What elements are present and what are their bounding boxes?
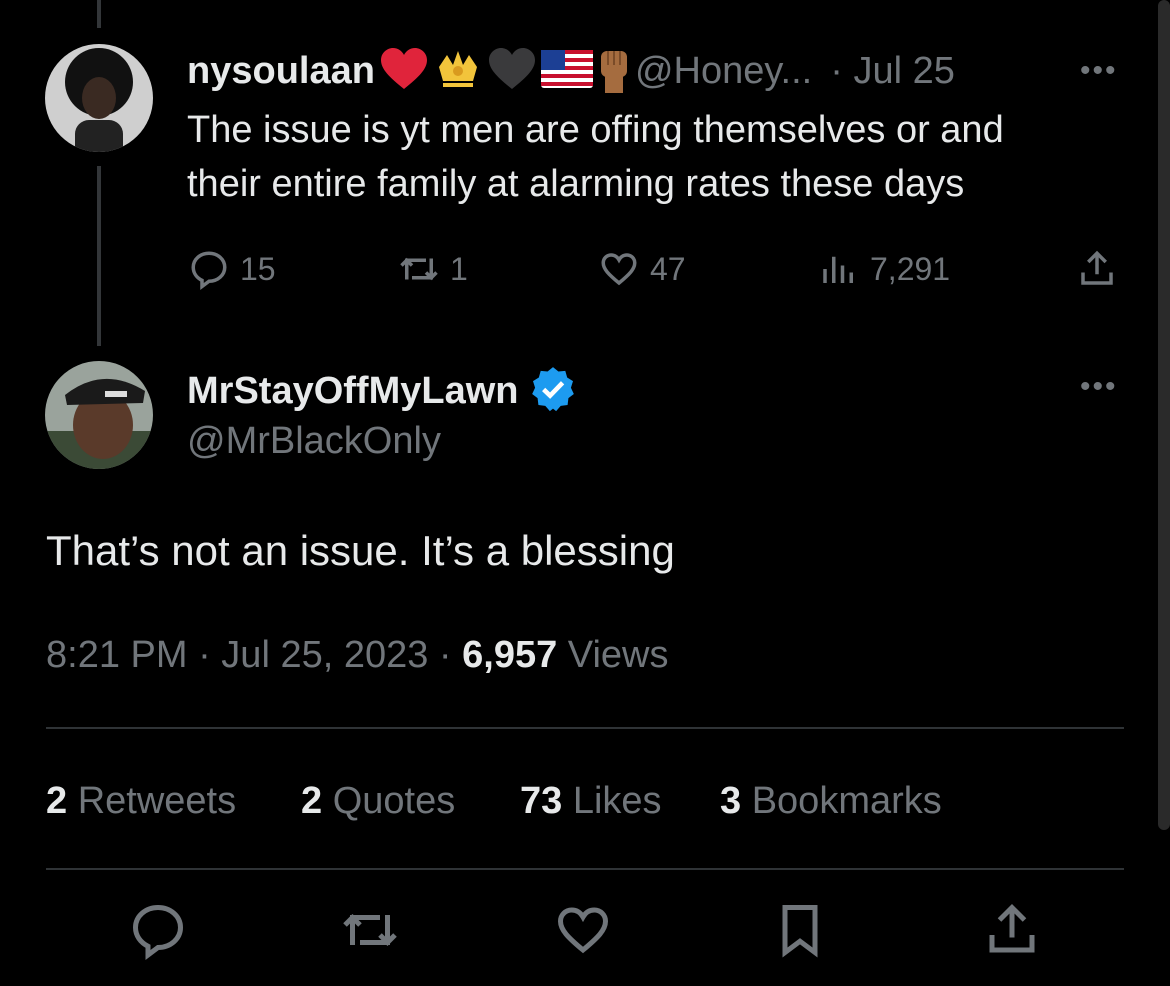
parent-avatar[interactable]: [45, 44, 153, 152]
views-count: 7,291: [870, 250, 951, 287]
tweet-date[interactable]: · Jul 25, 2023 ·: [198, 634, 451, 676]
black-heart-icon: [487, 47, 537, 96]
quotes-label: Quotes: [332, 780, 456, 822]
share-icon: [989, 903, 1035, 953]
reply-icon: [132, 904, 184, 960]
verified-badge-icon: [528, 364, 578, 419]
red-heart-icon: [379, 47, 429, 96]
main-avatar[interactable]: [45, 361, 153, 469]
retweet-icon: [343, 913, 397, 947]
like-button[interactable]: [553, 900, 613, 960]
parent-text-line-1: The issue is yt men are offing themselve…: [187, 109, 1004, 151]
bookmarks-label: Bookmarks: [751, 780, 942, 822]
like-count: 47: [650, 250, 686, 287]
retweet-icon: [400, 257, 438, 281]
retweet-button[interactable]: [340, 900, 400, 960]
bookmark-icon: [782, 905, 818, 958]
divider-top: [46, 727, 1124, 729]
parent-display-name[interactable]: nysoulaan: [187, 50, 375, 93]
divider-bottom: [46, 868, 1124, 870]
crown-emblem-icon: [433, 47, 483, 96]
heart-icon: [557, 907, 609, 954]
likes-stat[interactable]: 73 Likes: [520, 780, 662, 823]
parent-handle[interactable]: @Honey...: [635, 50, 812, 93]
main-handle[interactable]: @MrBlackOnly: [187, 420, 441, 463]
parent-text-line-2: their entire family at alarming rates th…: [187, 163, 965, 205]
like-action[interactable]: 47: [598, 248, 686, 290]
share-button[interactable]: [982, 900, 1042, 960]
views-action[interactable]: 7,291: [818, 248, 950, 290]
us-flag-icon: [540, 49, 593, 93]
retweet-count: 1: [450, 250, 468, 287]
scrollbar[interactable]: [1158, 0, 1170, 830]
reply-count: 15: [240, 250, 276, 287]
bookmark-button[interactable]: [770, 900, 830, 960]
parent-tweet-header: nysoulaan @Honey... · Jul 25: [187, 46, 955, 96]
main-tweet-header: MrStayOffMyLawn: [187, 364, 578, 419]
tweet-views-label: Views: [567, 634, 669, 676]
main-tweet-text: That’s not an issue. It’s a blessing: [46, 527, 675, 574]
reply-icon: [191, 251, 227, 290]
heart-icon: [601, 253, 637, 286]
bookmarks-stat[interactable]: 3 Bookmarks: [720, 780, 942, 823]
likes-count: 73: [520, 780, 563, 822]
views-chart-icon: [823, 256, 853, 283]
retweets-stat[interactable]: 2 Retweets: [46, 780, 236, 823]
timestamp-line: 8:21 PM · Jul 25, 2023 · 6,957 Views: [46, 634, 668, 677]
reply-button[interactable]: [128, 900, 188, 960]
thread-line-top: [97, 0, 101, 28]
share-icon: [1081, 250, 1113, 285]
parent-tweet-text: The issue is yt men are offing themselve…: [187, 103, 1004, 211]
retweets-count: 2: [46, 780, 68, 822]
main-more-button[interactable]: •••: [1080, 370, 1118, 404]
quotes-count: 2: [301, 780, 323, 822]
main-display-name[interactable]: MrStayOffMyLawn: [187, 370, 518, 413]
parent-more-button[interactable]: •••: [1080, 54, 1118, 88]
bookmarks-count: 3: [720, 780, 742, 822]
raised-fist-icon: [597, 45, 631, 98]
reply-action[interactable]: 15: [188, 248, 276, 290]
tweet-time[interactable]: 8:21 PM: [46, 634, 188, 676]
likes-label: Likes: [572, 780, 662, 822]
tweet-views-count: 6,957: [462, 634, 558, 676]
parent-date[interactable]: · Jul 25: [830, 50, 955, 93]
thread-line: [97, 166, 101, 346]
share-action[interactable]: [1076, 248, 1118, 290]
retweet-action[interactable]: 1: [398, 248, 468, 290]
retweets-label: Retweets: [77, 780, 237, 822]
quotes-stat[interactable]: 2 Quotes: [301, 780, 455, 823]
